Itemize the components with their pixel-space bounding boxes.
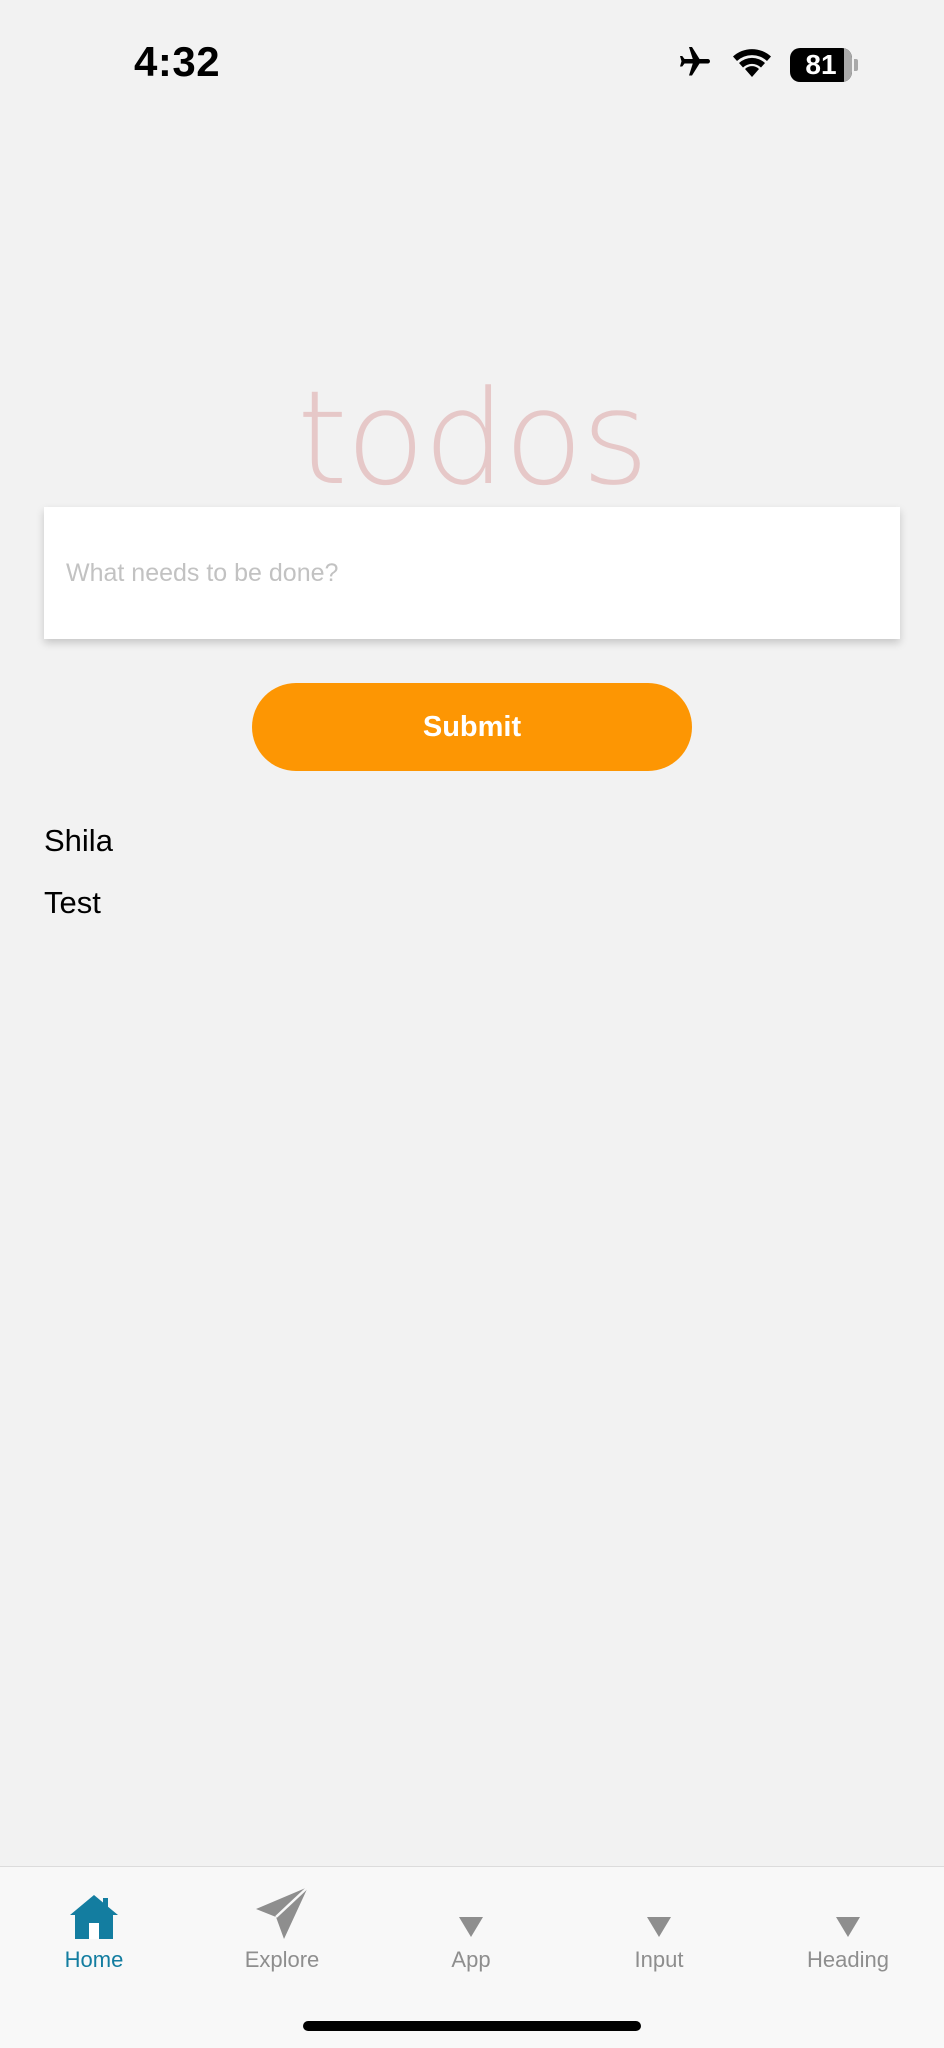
triangle-down-icon: [833, 1881, 863, 1941]
wifi-icon: [730, 45, 774, 84]
tab-label: Input: [634, 1947, 684, 1972]
status-bar: 4:32 81: [0, 0, 944, 130]
status-icons: 81: [676, 44, 858, 85]
new-todo-field: [44, 507, 900, 639]
todo-list: Shila Test: [44, 810, 113, 934]
tab-label: Explore: [244, 1947, 320, 1972]
list-item[interactable]: Shila: [44, 810, 113, 872]
home-icon: [68, 1881, 120, 1941]
home-indicator[interactable]: [303, 2021, 641, 2031]
battery-icon: 81: [790, 47, 858, 82]
tab-label: Home: [64, 1947, 124, 1972]
tab-bar: Home Explore App Input Heading: [0, 1866, 944, 2048]
triangle-down-icon: [644, 1881, 674, 1941]
tab-heading[interactable]: Heading: [754, 1881, 942, 1991]
tab-input[interactable]: Input: [565, 1881, 753, 1991]
airplane-icon: [676, 44, 714, 85]
new-todo-input[interactable]: [44, 507, 900, 639]
tab-explore[interactable]: Explore: [188, 1881, 376, 1991]
tab-label: App: [451, 1947, 491, 1972]
triangle-down-icon: [456, 1881, 486, 1941]
submit-button[interactable]: Submit: [252, 683, 692, 771]
tab-app[interactable]: App: [377, 1881, 565, 1991]
status-time: 4:32: [134, 38, 221, 85]
tab-home[interactable]: Home: [0, 1881, 188, 1991]
paper-plane-icon: [254, 1881, 310, 1941]
list-item[interactable]: Test: [44, 872, 113, 934]
app-title: todos: [296, 362, 649, 514]
battery-level: 81: [790, 47, 852, 82]
tab-label: Heading: [807, 1947, 889, 1972]
